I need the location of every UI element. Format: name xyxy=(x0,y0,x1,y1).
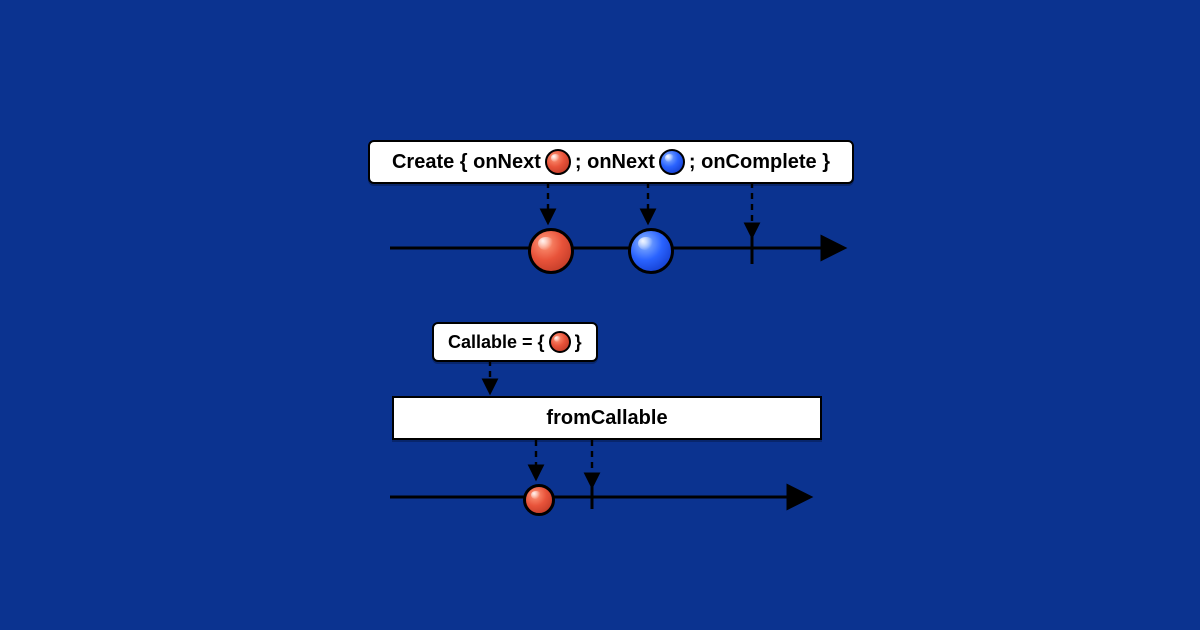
timeline-marble-red-small xyxy=(523,484,555,516)
marble-blue-icon xyxy=(659,149,685,175)
marble-red-icon xyxy=(545,149,571,175)
callable-text-2: } xyxy=(575,332,582,353)
arrows-layer xyxy=(0,0,1200,630)
create-text-3: ; onComplete } xyxy=(689,151,830,174)
diagram-stage: Create { onNext ; onNext ; onComplete } … xyxy=(0,0,1200,630)
callable-box: Callable = { } xyxy=(432,322,598,362)
create-text-2: ; onNext xyxy=(575,151,655,174)
timeline-marble-blue xyxy=(628,228,674,274)
callable-text-1: Callable = { xyxy=(448,332,545,353)
create-text-1: Create { onNext xyxy=(392,151,541,174)
marble-red-icon xyxy=(549,331,571,353)
fromcallable-label: fromCallable xyxy=(546,407,667,430)
timeline-marble-red xyxy=(528,228,574,274)
fromcallable-operator-box: fromCallable xyxy=(392,396,822,440)
create-operator-box: Create { onNext ; onNext ; onComplete } xyxy=(368,140,854,184)
